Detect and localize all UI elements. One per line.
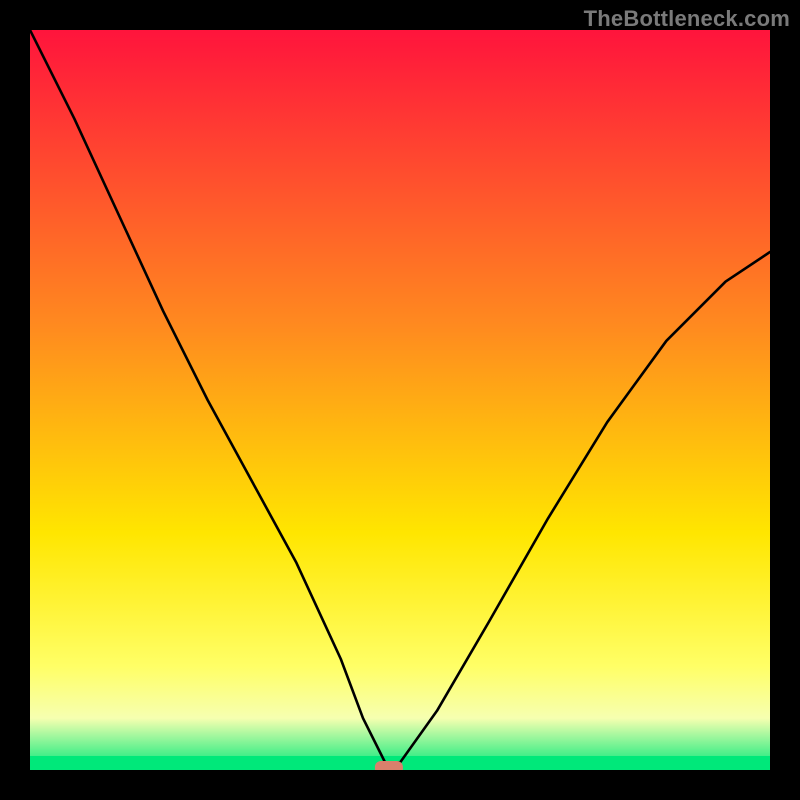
chart-svg [30, 30, 770, 770]
plot-area [30, 30, 770, 770]
watermark-label: TheBottleneck.com [584, 6, 790, 32]
gradient-background [30, 30, 770, 770]
min-marker [375, 761, 403, 770]
chart-frame: TheBottleneck.com [0, 0, 800, 800]
